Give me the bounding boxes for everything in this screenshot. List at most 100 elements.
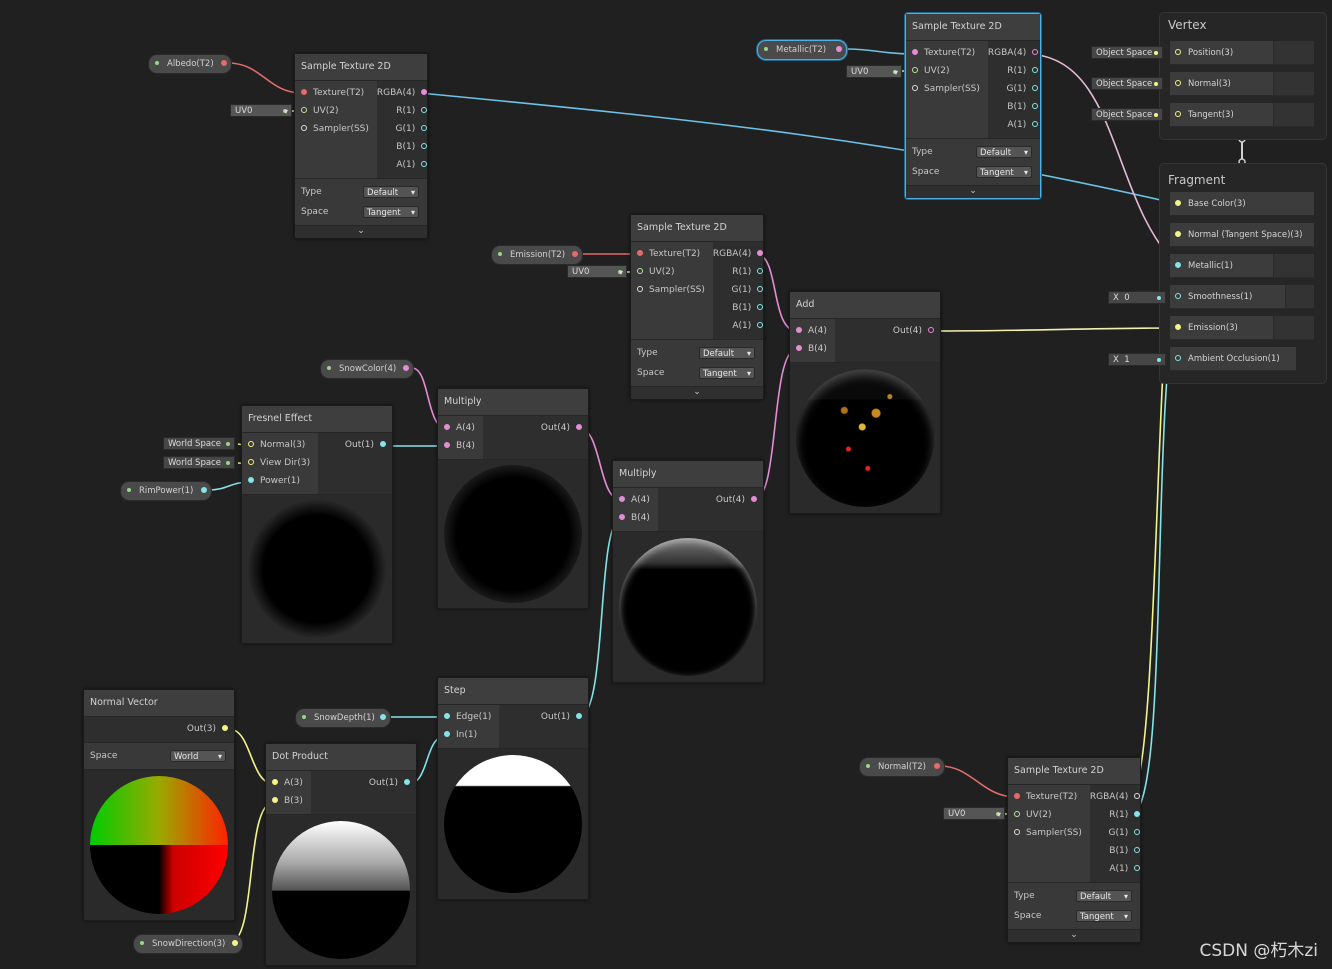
object-space-input[interactable]: Object Space (1091, 46, 1163, 59)
uv-dropdown[interactable]: UV0 (230, 104, 292, 118)
fragment-smoothness-block[interactable]: Smoothness(1) (1170, 285, 1314, 309)
inline-connector[interactable] (1157, 296, 1161, 300)
world-space-input[interactable]: World Space (163, 437, 235, 450)
inline-connector[interactable] (893, 70, 897, 74)
port-socket[interactable] (301, 89, 307, 95)
port-socket[interactable] (380, 441, 386, 447)
world-space-input[interactable]: World Space (163, 456, 235, 469)
port-socket[interactable] (757, 268, 764, 274)
port-socket[interactable] (1175, 111, 1181, 117)
space-dropdown[interactable]: Tangent (363, 206, 419, 219)
multiply-node-1[interactable]: Multiply A(4) B(4) Out(4) (437, 388, 589, 609)
port-socket[interactable] (1032, 121, 1039, 127)
port-socket[interactable] (1032, 85, 1039, 91)
port-socket[interactable] (619, 496, 625, 502)
dot-product-node[interactable]: Dot Product A(3) B(3) Out(1) (265, 743, 417, 966)
property-output-port[interactable] (836, 46, 842, 52)
port-socket[interactable] (444, 713, 450, 719)
port-socket[interactable] (1014, 829, 1020, 835)
port-socket[interactable] (421, 125, 428, 131)
port-socket[interactable] (444, 731, 450, 737)
port-socket[interactable] (222, 725, 228, 731)
port-socket[interactable] (248, 477, 254, 483)
inline-connector[interactable] (1154, 51, 1158, 55)
property-output-port[interactable] (934, 763, 940, 769)
object-space-input[interactable]: Object Space (1091, 77, 1163, 90)
add-node[interactable]: Add A(4) B(4) Out(4) (789, 291, 941, 514)
snowcolor-property[interactable]: SnowColor(4) (320, 359, 414, 379)
sample-texture-albedo-node[interactable]: Sample Texture 2D Texture(T2) UV(2) Samp… (294, 53, 428, 239)
port-socket[interactable] (1134, 847, 1141, 853)
port-socket[interactable] (912, 49, 918, 55)
port-socket[interactable] (404, 779, 410, 785)
port-socket[interactable] (1134, 829, 1141, 835)
snowdepth-property[interactable]: SnowDepth(1) (295, 708, 391, 728)
port-socket[interactable] (1175, 355, 1181, 361)
uv-dropdown[interactable]: UV0 (567, 265, 627, 279)
port-socket[interactable] (301, 125, 307, 131)
space-dropdown[interactable]: World (170, 750, 226, 763)
sample-texture-normal-node[interactable]: Sample Texture 2D Texture(T2) UV(2) Samp… (1007, 757, 1141, 943)
port-socket[interactable] (751, 496, 757, 502)
fragment-ao-block[interactable]: Ambient Occlusion(1) (1170, 347, 1296, 371)
inline-connector[interactable] (996, 812, 1000, 816)
inline-connector[interactable] (226, 461, 230, 465)
property-output-port[interactable] (380, 714, 386, 720)
fresnel-effect-node[interactable]: Fresnel Effect Normal(3) View Dir(3) Pow… (241, 405, 393, 644)
port-socket[interactable] (1032, 103, 1039, 109)
type-dropdown[interactable]: Default (1076, 890, 1132, 903)
fragment-basecolor-block[interactable]: Base Color(3) (1170, 192, 1314, 216)
port-socket[interactable] (928, 327, 934, 333)
uv-dropdown[interactable]: UV0 (846, 65, 902, 79)
port-socket[interactable] (421, 143, 428, 149)
port-socket[interactable] (757, 304, 764, 310)
collapse-chevron-icon[interactable]: ⌄ (631, 386, 763, 399)
vertex-position-block[interactable]: Position(3) (1170, 41, 1314, 65)
port-socket[interactable] (1175, 231, 1181, 237)
port-socket[interactable] (576, 713, 582, 719)
property-output-port[interactable] (232, 940, 238, 946)
port-socket[interactable] (619, 514, 625, 520)
sample-texture-metallic-node[interactable]: Sample Texture 2D Texture(T2) UV(2) Samp… (905, 13, 1041, 199)
multiply-node-2[interactable]: Multiply A(4) B(4) Out(4) (612, 460, 764, 683)
port-socket[interactable] (1014, 811, 1020, 817)
port-socket[interactable] (248, 459, 254, 465)
port-socket[interactable] (757, 322, 764, 328)
fragment-normal-block[interactable]: Normal (Tangent Space)(3) (1170, 223, 1314, 247)
collapse-chevron-icon[interactable]: ⌄ (1008, 929, 1140, 942)
space-dropdown[interactable]: Tangent (976, 166, 1032, 179)
inline-connector[interactable] (283, 109, 287, 113)
ao-value-field[interactable]: X 1 (1108, 353, 1166, 366)
port-socket[interactable] (1175, 80, 1181, 86)
port-socket[interactable] (1134, 811, 1141, 817)
port-socket[interactable] (272, 797, 278, 803)
inline-connector[interactable] (1154, 113, 1158, 117)
normal-vector-node[interactable]: Normal Vector Out(3) Space World (83, 689, 235, 921)
port-socket[interactable] (1032, 49, 1039, 55)
property-output-port[interactable] (221, 60, 227, 66)
port-socket[interactable] (1134, 865, 1141, 871)
port-socket[interactable] (421, 89, 428, 95)
type-dropdown[interactable]: Default (976, 146, 1032, 159)
port-socket[interactable] (444, 424, 450, 430)
property-output-port[interactable] (572, 251, 578, 257)
port-socket[interactable] (757, 286, 764, 292)
collapse-chevron-icon[interactable]: ⌄ (295, 225, 427, 238)
port-socket[interactable] (1175, 262, 1181, 268)
type-dropdown[interactable]: Default (699, 347, 755, 360)
port-socket[interactable] (912, 85, 918, 91)
port-socket[interactable] (912, 67, 918, 73)
type-dropdown[interactable]: Default (363, 186, 419, 199)
inline-connector[interactable] (1154, 82, 1158, 86)
uv-dropdown[interactable]: UV0 (943, 807, 1005, 821)
inline-connector[interactable] (618, 270, 622, 274)
port-socket[interactable] (637, 286, 643, 292)
smoothness-value-field[interactable]: X 0 (1108, 291, 1166, 304)
port-socket[interactable] (301, 107, 307, 113)
vertex-tangent-block[interactable]: Tangent(3) (1170, 103, 1314, 127)
port-socket[interactable] (637, 250, 643, 256)
albedo-property[interactable]: Albedo(T2) (148, 54, 232, 74)
port-socket[interactable] (1175, 293, 1181, 299)
port-socket[interactable] (757, 250, 764, 256)
port-socket[interactable] (1134, 793, 1141, 799)
